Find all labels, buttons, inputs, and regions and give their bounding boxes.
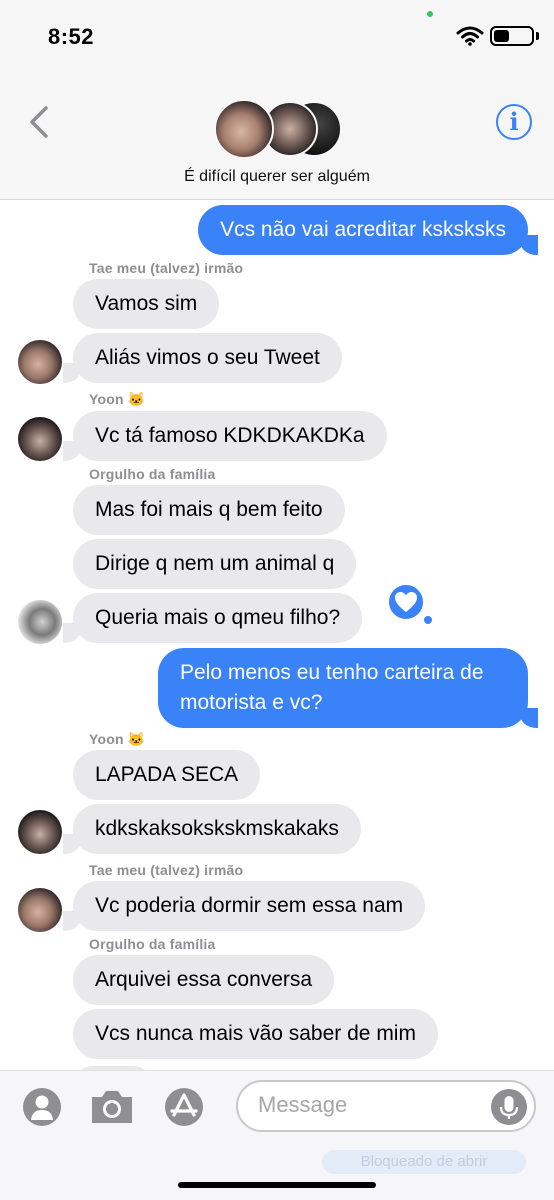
- bubble-tail: [63, 834, 81, 854]
- group-name[interactable]: É difícil querer ser alguém: [0, 168, 554, 186]
- info-icon[interactable]: i: [496, 104, 532, 140]
- sender-label: Yoon 🐱: [89, 731, 146, 747]
- incoming-message[interactable]: Vamos sim: [73, 279, 220, 329]
- incoming-message[interactable]: Vc poderia dormir sem essa nam: [73, 881, 426, 931]
- chevron-left-icon[interactable]: [24, 100, 56, 144]
- outgoing-message[interactable]: Pelo menos eu tenho carteira de motorist…: [158, 648, 528, 728]
- home-indicator[interactable]: [178, 1182, 376, 1188]
- reaction-tail: [424, 616, 432, 624]
- app-store-icon[interactable]: [164, 1087, 204, 1127]
- incoming-message[interactable]: kdkskaksokskskmskakaks: [73, 804, 361, 854]
- avatar[interactable]: [18, 417, 62, 461]
- group-avatar-stack[interactable]: [214, 97, 342, 161]
- sender-label: Orgulho da família: [89, 936, 216, 952]
- message-placeholder: Message: [258, 1092, 348, 1117]
- avatar[interactable]: [18, 810, 62, 854]
- incoming-message[interactable]: Mas foi mais q bem feito: [73, 485, 345, 535]
- battery-level: [494, 30, 509, 42]
- bubble-tail: [63, 441, 81, 461]
- incoming-message[interactable]: Arquivei essa conversa: [73, 955, 335, 1005]
- bubble-tail: [520, 235, 538, 255]
- incoming-message[interactable]: Dirige q nem um animal q: [73, 539, 357, 589]
- memoji-icon[interactable]: [22, 1087, 62, 1127]
- microphone-icon[interactable]: [490, 1088, 528, 1126]
- sender-label: Tae meu (talvez) irmão: [89, 862, 244, 878]
- outgoing-message[interactable]: Vcs não vai acreditar ksksksks: [198, 205, 528, 255]
- sender-label: Orgulho da família: [89, 466, 216, 482]
- ghost-text: Bloqueado de abrir: [322, 1150, 526, 1174]
- bubble-tail: [63, 363, 81, 383]
- heart-icon: [395, 592, 417, 612]
- bubble-tail: [63, 911, 81, 931]
- battery-cap: [536, 32, 539, 40]
- heart-reaction-badge[interactable]: [386, 582, 426, 622]
- camera-icon[interactable]: [88, 1087, 136, 1127]
- wifi-icon: [456, 26, 484, 46]
- incoming-message[interactable]: Vcs nunca mais vão saber de mim: [73, 1009, 438, 1059]
- incoming-message[interactable]: Aliás vimos o seu Tweet: [73, 333, 342, 383]
- status-time: 8:52: [48, 24, 95, 49]
- privacy-indicator-dot: [427, 11, 433, 17]
- battery-icon: [490, 26, 534, 46]
- incoming-message[interactable]: LAPADA SECA: [73, 750, 261, 800]
- incoming-message[interactable]: Vc tá famoso KDKDKAKDKa: [73, 411, 387, 461]
- incoming-message[interactable]: Queria mais o qmeu filho?: [73, 593, 363, 643]
- avatar[interactable]: [18, 600, 62, 644]
- bubble-tail: [520, 708, 538, 728]
- sender-label: Tae meu (talvez) irmão: [89, 260, 244, 276]
- group-member-avatar: [214, 99, 274, 159]
- avatar[interactable]: [18, 340, 62, 384]
- avatar[interactable]: [18, 888, 62, 932]
- bubble-tail: [63, 623, 81, 643]
- sender-label: Yoon 🐱: [89, 391, 146, 407]
